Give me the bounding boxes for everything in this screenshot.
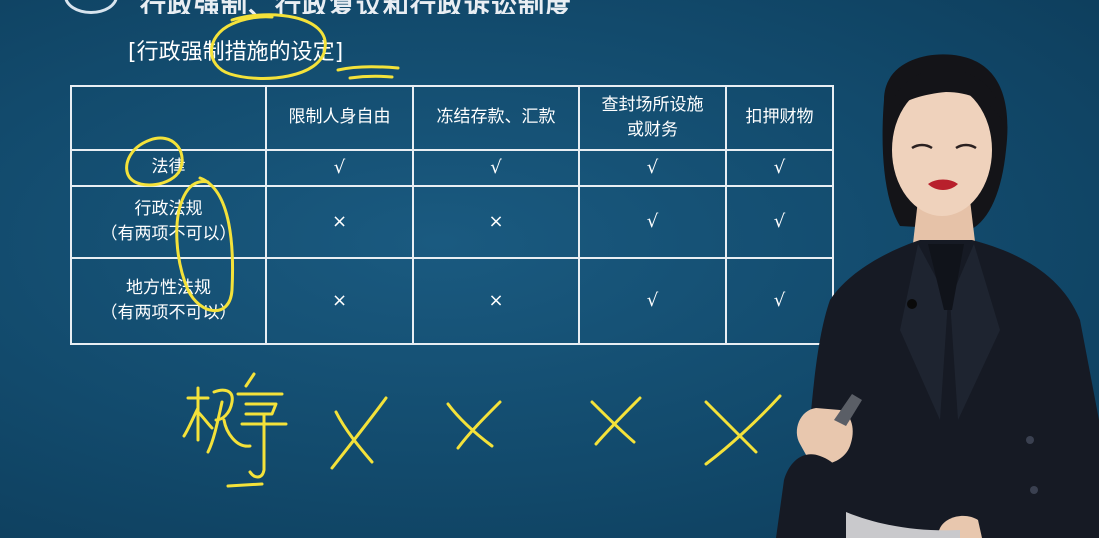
presenter-face xyxy=(892,84,992,216)
presenter-figure xyxy=(776,54,1099,538)
video-frame: 行政强制、行政复议和行政诉讼制度 [行政强制措施的设定] 限制人身自由 冻结存款… xyxy=(0,0,1099,538)
microphone-icon xyxy=(907,299,917,309)
